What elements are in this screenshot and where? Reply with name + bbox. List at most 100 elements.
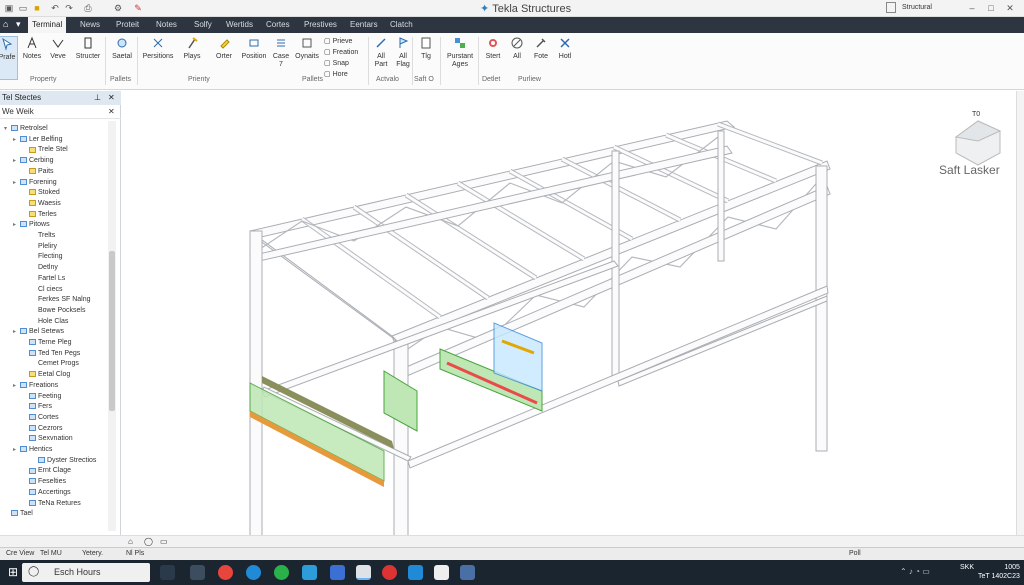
notes-button[interactable]: Notes: [18, 36, 46, 80]
plays-button[interactable]: Plays: [180, 36, 204, 80]
tab-terminal[interactable]: Terminal: [28, 17, 67, 33]
chrome-icon[interactable]: [218, 565, 233, 580]
tabs-menu-icon[interactable]: ▾: [16, 19, 21, 30]
tree-item[interactable]: Terne Pleg: [0, 337, 108, 348]
tekla-taskbar-icon[interactable]: [356, 565, 371, 580]
view-tab-icon[interactable]: ◯: [144, 537, 153, 546]
close-icon[interactable]: ✕: [1004, 2, 1016, 14]
start-icon[interactable]: ⊞: [8, 565, 18, 579]
position-button[interactable]: Position: [238, 36, 270, 80]
tree-item[interactable]: ▸ Forening: [0, 177, 108, 188]
edge-icon[interactable]: [246, 565, 261, 580]
undo-icon[interactable]: ↶: [49, 2, 61, 14]
tab-eentars[interactable]: Eentars: [346, 17, 382, 33]
tree-item[interactable]: Tael: [0, 508, 108, 519]
tree-item[interactable]: Trele Stel: [0, 144, 108, 155]
panel-scrollbar-thumb[interactable]: [109, 251, 115, 411]
tree-item[interactable]: Accertings: [0, 487, 108, 498]
tab-solfy[interactable]: Solfy: [190, 17, 216, 33]
tree-item[interactable]: Detlny: [0, 262, 108, 273]
app-menu-icon[interactable]: ▣: [3, 2, 15, 14]
tab-proteit[interactable]: Proteit: [112, 17, 143, 33]
redo-icon[interactable]: ↷: [63, 2, 75, 14]
oynaits-button[interactable]: Oynaits: [292, 36, 322, 80]
status-poll[interactable]: Poll: [849, 550, 861, 557]
orter-button[interactable]: Orter: [210, 36, 238, 80]
all-button[interactable]: All: [504, 36, 530, 80]
settings-icon[interactable]: ⚙: [112, 2, 124, 14]
photo-icon[interactable]: [460, 565, 475, 580]
veve-button[interactable]: Veve: [44, 36, 72, 80]
status-layer[interactable]: Yetery.: [82, 550, 103, 557]
view-tab-icon[interactable]: ▭: [160, 537, 168, 546]
panel-subtitle[interactable]: We Weik: [2, 107, 34, 116]
structer-button[interactable]: Structer: [72, 36, 104, 80]
chrome-icon-2[interactable]: [382, 565, 397, 580]
tree-item[interactable]: Ted Ten Pegs: [0, 348, 108, 359]
close-panel-icon[interactable]: ✕: [108, 91, 115, 105]
tree-item[interactable]: Fers: [0, 401, 108, 412]
tree-item[interactable]: ▸ Pitows: [0, 219, 108, 230]
tree-item[interactable]: Stoked: [0, 187, 108, 198]
tab-clatch[interactable]: Clatch: [386, 17, 417, 33]
minimize-icon[interactable]: –: [966, 2, 978, 14]
print-icon[interactable]: ⎙: [82, 2, 94, 14]
view-cube[interactable]: T0: [948, 107, 1006, 167]
tree-item[interactable]: Paits: [0, 166, 108, 177]
word-icon[interactable]: [330, 565, 345, 580]
clock[interactable]: 1005 TeT 1402C23: [978, 563, 1020, 581]
check-freation[interactable]: ▢ Freation: [324, 47, 358, 58]
all-part-button[interactable]: All Part: [370, 36, 392, 80]
tab-cortes[interactable]: Cortes: [262, 17, 294, 33]
check-snap[interactable]: ▢ Snap: [324, 58, 358, 69]
tab-news[interactable]: News: [76, 17, 104, 33]
tree-item[interactable]: Sexvnation: [0, 433, 108, 444]
model-viewport[interactable]: T0 Saft Lasker: [122, 91, 1016, 537]
tray-icons[interactable]: ⌃ ♪ ◔ ▭: [900, 567, 930, 576]
right-side-toolbar[interactable]: [1016, 91, 1024, 535]
view-tab-icon[interactable]: ⌂: [128, 537, 133, 546]
saetal-button[interactable]: Saetal: [108, 36, 136, 80]
tree-item[interactable]: Cortes: [0, 412, 108, 423]
tree-item[interactable]: ▸ Ler Belfing: [0, 134, 108, 145]
pin-icon[interactable]: ⊥: [94, 91, 101, 105]
tree-item[interactable]: Feselties: [0, 476, 108, 487]
file-icon[interactable]: [434, 565, 449, 580]
tab-prestives[interactable]: Prestives: [300, 17, 341, 33]
mail-icon[interactable]: [408, 565, 423, 580]
drive-icon[interactable]: [302, 565, 317, 580]
taskbar-search[interactable]: ◯ Esch Hours: [22, 563, 150, 582]
app-green-icon[interactable]: [274, 565, 289, 580]
tree-item[interactable]: ▾ Retrolsel: [0, 123, 108, 134]
tree-item[interactable]: Trelts: [0, 230, 108, 241]
tree-item[interactable]: Cezrors: [0, 423, 108, 434]
folder-icon[interactable]: ■: [31, 2, 43, 14]
tree-item[interactable]: Cl ciecs: [0, 284, 108, 295]
persitions-button[interactable]: Persitions: [140, 36, 176, 80]
check-hore[interactable]: ▢ Hore: [324, 69, 358, 80]
settings-app-icon[interactable]: [190, 565, 205, 580]
tree-item[interactable]: Pleliry: [0, 241, 108, 252]
fote-button[interactable]: Fote: [528, 36, 554, 80]
hotl-button[interactable]: Hotl: [552, 36, 578, 80]
tree-item[interactable]: ▸ Cerbing: [0, 155, 108, 166]
status-mode[interactable]: Tel MU: [40, 550, 62, 557]
status-view[interactable]: Cre View: [6, 550, 34, 557]
pen-icon[interactable]: ✎: [132, 2, 144, 14]
tree-item[interactable]: Bowe Pocksels: [0, 305, 108, 316]
save-icon[interactable]: ▭: [17, 2, 29, 14]
tree-item[interactable]: ▸ Bel Setews: [0, 326, 108, 337]
maximize-icon[interactable]: □: [985, 2, 997, 14]
tree-item[interactable]: ▸ Freations: [0, 380, 108, 391]
tree-item[interactable]: TeNa Retures: [0, 498, 108, 509]
tree-item[interactable]: Fartel Ls: [0, 273, 108, 284]
case-button[interactable]: Case 7: [270, 36, 292, 80]
all-flag-button[interactable]: All Flag: [392, 36, 414, 80]
panel-close-icon[interactable]: ✕: [108, 105, 115, 119]
tree-item[interactable]: Cemet Progs: [0, 358, 108, 369]
tree-item[interactable]: Eetal Clog: [0, 369, 108, 380]
tab-notes[interactable]: Notes: [152, 17, 181, 33]
tree-item[interactable]: Dyster Strectios: [0, 455, 108, 466]
tab-wertids[interactable]: Wertids: [222, 17, 257, 33]
stert-button[interactable]: Stert: [480, 36, 506, 80]
